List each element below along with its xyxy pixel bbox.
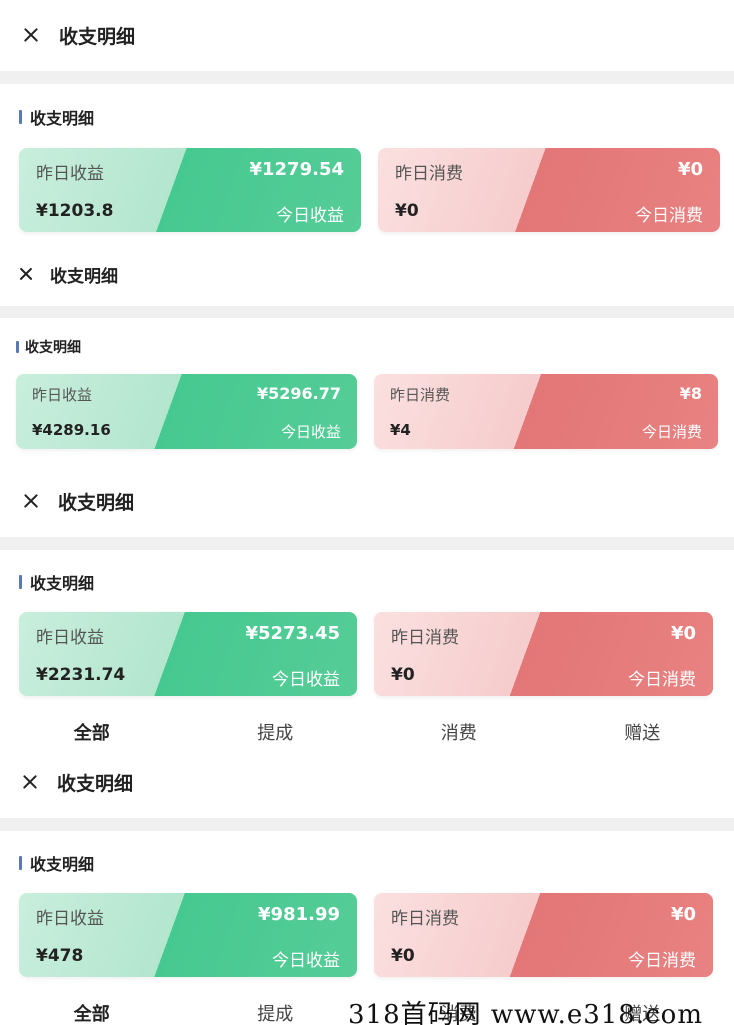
today-income-amount: ¥981.99 xyxy=(258,904,340,925)
tab-all[interactable]: 全部 xyxy=(0,1000,184,1025)
today-expense-amount: ¥0 xyxy=(670,623,696,644)
today-income-amount: ¥1279.54 xyxy=(249,159,344,180)
today-expense-amount: ¥0 xyxy=(670,904,696,925)
tab-all[interactable]: 全部 xyxy=(0,719,184,747)
today-income-amount: ¥5273.45 xyxy=(245,623,340,644)
section-title: 收支明细 xyxy=(30,574,95,593)
income-card[interactable]: 昨日收益 ¥1279.54 ¥1203.8 今日收益 xyxy=(19,148,361,232)
section-header: 收支明细 xyxy=(19,105,94,129)
today-income-label: 今日收益 xyxy=(280,423,341,441)
income-card[interactable]: 昨日收益 ¥5296.77 ¥4289.16 今日收益 xyxy=(16,374,357,449)
tab-commission[interactable]: 提成 xyxy=(184,719,368,747)
page-title: 收支明细 xyxy=(50,266,118,287)
screenshot-collage: 收支明细 收支明细 昨日收益 ¥1279.54 ¥1203.8 今日收益 昨日消… xyxy=(0,0,734,1025)
yesterday-income-amount: ¥1203.8 xyxy=(36,201,114,221)
close-icon[interactable] xyxy=(18,266,34,282)
today-expense-label: 今日消费 xyxy=(641,423,702,441)
today-expense-label: 今日消费 xyxy=(635,206,703,226)
page-title: 收支明细 xyxy=(58,491,135,514)
section-bar-icon xyxy=(19,856,22,870)
section-title: 收支明细 xyxy=(30,109,95,128)
yesterday-income-label: 昨日收益 xyxy=(36,628,104,648)
filter-tabs: 全部 提成 消费 赠送 xyxy=(0,719,734,747)
divider xyxy=(0,71,734,84)
today-income-label: 今日收益 xyxy=(272,670,340,690)
section-header: 收支明细 xyxy=(19,570,94,594)
top-bar: 收支明细 xyxy=(0,761,734,803)
today-income-amount: ¥5296.77 xyxy=(256,384,341,403)
expense-card[interactable]: 昨日消费 ¥8 ¥4 今日消费 xyxy=(374,374,718,449)
section-bar-icon xyxy=(16,341,19,353)
close-icon[interactable] xyxy=(22,492,40,510)
section-title: 收支明细 xyxy=(25,340,81,356)
yesterday-expense-label: 昨日消费 xyxy=(391,628,459,648)
section-bar-icon xyxy=(19,575,22,589)
today-income-label: 今日收益 xyxy=(276,206,344,226)
expense-card[interactable]: 昨日消费 ¥0 ¥0 今日消费 xyxy=(378,148,720,232)
yesterday-expense-label: 昨日消费 xyxy=(391,909,459,929)
close-icon[interactable] xyxy=(22,26,40,44)
yesterday-expense-amount: ¥0 xyxy=(391,946,415,966)
section-title: 收支明细 xyxy=(30,855,95,874)
yesterday-income-amount: ¥478 xyxy=(36,946,84,966)
income-card[interactable]: 昨日收益 ¥981.99 ¥478 今日收益 xyxy=(19,893,357,977)
yesterday-expense-amount: ¥4 xyxy=(390,421,411,439)
yesterday-income-amount: ¥4289.16 xyxy=(32,421,111,439)
today-expense-label: 今日消费 xyxy=(628,951,696,971)
today-expense-amount: ¥0 xyxy=(677,159,703,180)
divider xyxy=(0,306,734,318)
today-income-label: 今日收益 xyxy=(272,951,340,971)
yesterday-expense-label: 昨日消费 xyxy=(390,386,451,404)
section-bar-icon xyxy=(19,110,22,124)
section-header: 收支明细 xyxy=(19,851,94,875)
divider xyxy=(0,537,734,550)
expense-card[interactable]: 昨日消费 ¥0 ¥0 今日消费 xyxy=(374,612,713,696)
page-title: 收支明细 xyxy=(57,772,134,795)
top-bar: 收支明细 xyxy=(0,14,734,56)
yesterday-expense-amount: ¥0 xyxy=(391,665,415,685)
expense-card[interactable]: 昨日消费 ¥0 ¥0 今日消费 xyxy=(374,893,713,977)
today-expense-amount: ¥8 xyxy=(679,384,702,403)
top-bar: 收支明细 xyxy=(0,480,734,522)
yesterday-income-label: 昨日收益 xyxy=(36,909,104,929)
tab-gift[interactable]: 赠送 xyxy=(551,719,734,747)
tab-commission[interactable]: 提成 xyxy=(184,1000,368,1025)
tab-consume[interactable]: 消费 xyxy=(367,719,551,747)
divider xyxy=(0,818,734,831)
yesterday-income-amount: ¥2231.74 xyxy=(36,665,126,685)
page-title: 收支明细 xyxy=(59,25,136,48)
section-header: 收支明细 xyxy=(16,336,81,358)
income-card[interactable]: 昨日收益 ¥5273.45 ¥2231.74 今日收益 xyxy=(19,612,357,696)
yesterday-expense-label: 昨日消费 xyxy=(395,164,463,184)
close-icon[interactable] xyxy=(21,773,39,791)
yesterday-income-label: 昨日收益 xyxy=(36,164,104,184)
today-expense-label: 今日消费 xyxy=(628,670,696,690)
top-bar: 收支明细 xyxy=(0,255,734,293)
yesterday-income-label: 昨日收益 xyxy=(32,386,93,404)
yesterday-expense-amount: ¥0 xyxy=(395,201,419,221)
watermark-text: 318首码网 www.e318.com xyxy=(348,1000,703,1025)
